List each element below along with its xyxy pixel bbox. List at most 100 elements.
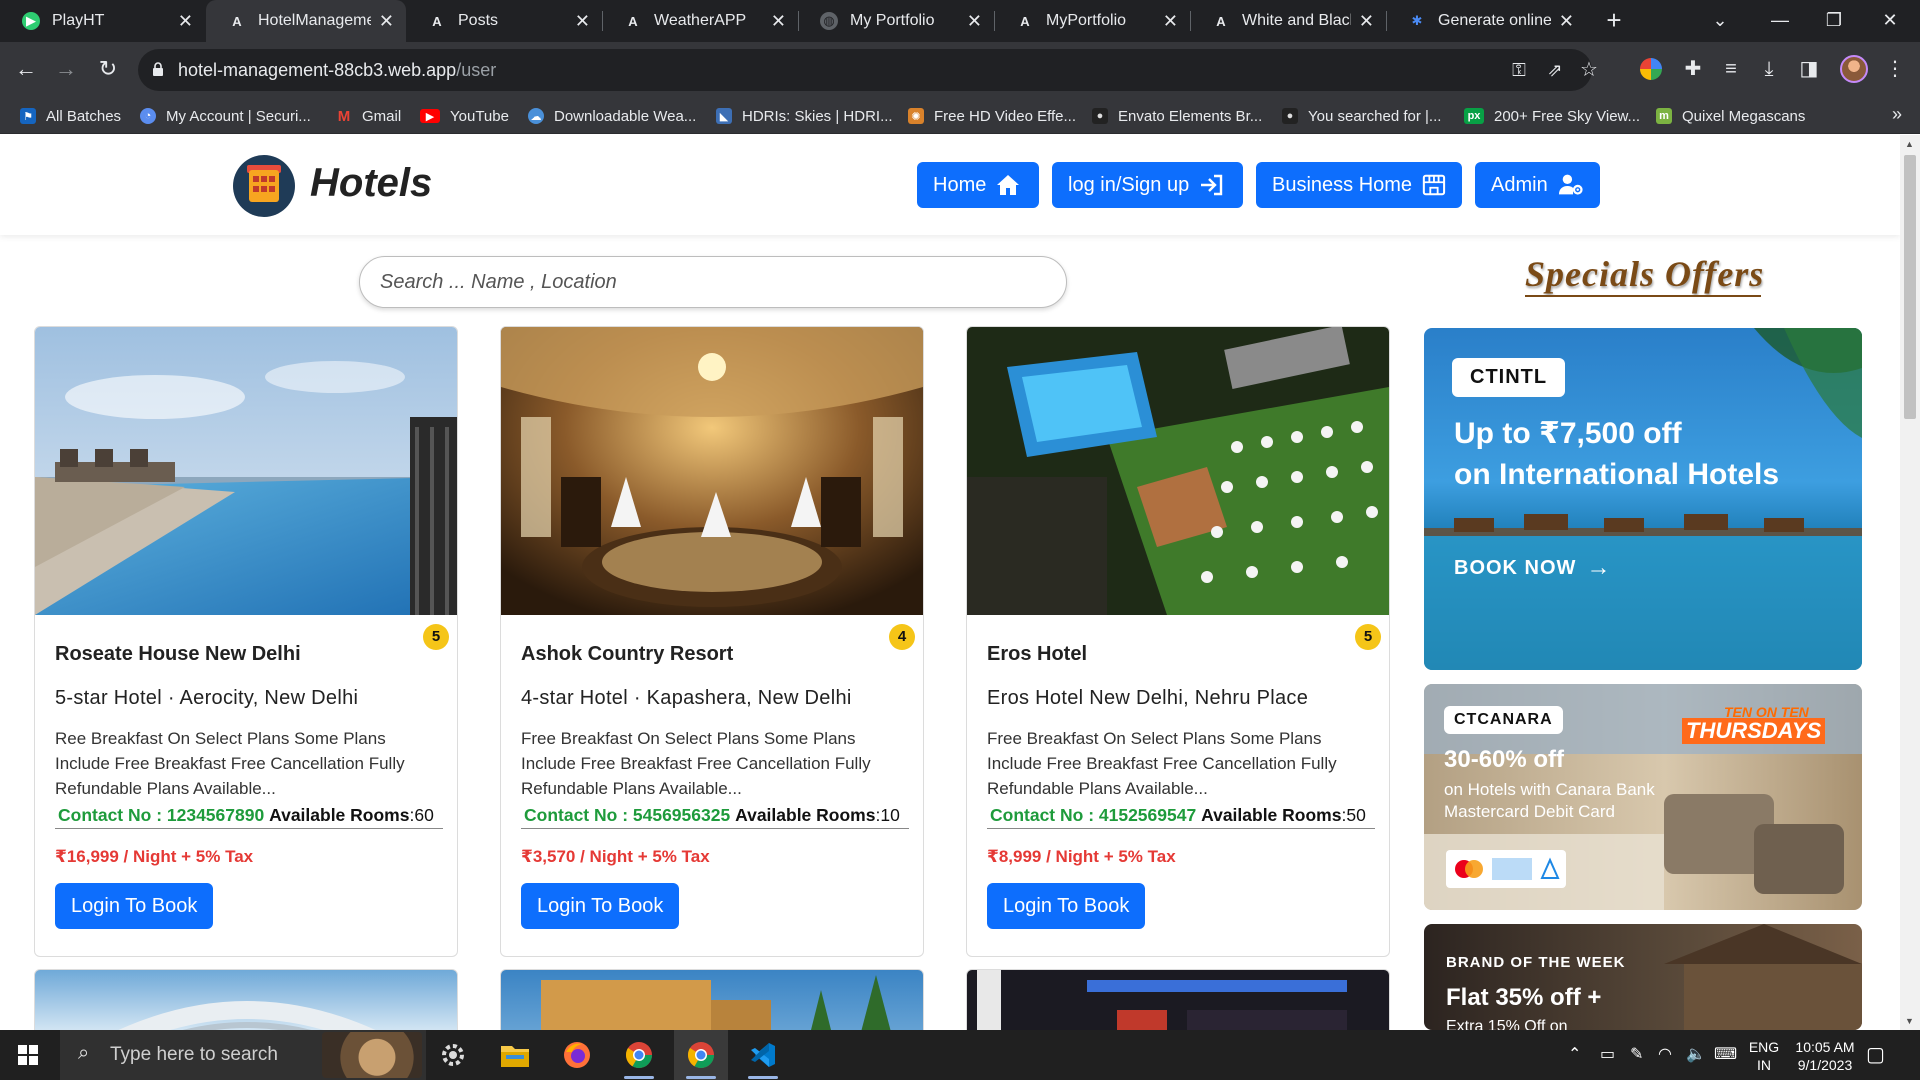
close-icon[interactable]: ✕ [575, 11, 590, 32]
search-input[interactable] [359, 256, 1067, 308]
page-scrollbar[interactable]: ▲ ▼ [1900, 135, 1920, 1030]
tab-myportfolio[interactable]: A MyPortfolio ✕ [994, 0, 1190, 42]
youtube-icon: ▶ [420, 109, 440, 123]
file-explorer-icon[interactable] [488, 1030, 542, 1080]
close-icon[interactable]: ✕ [178, 11, 193, 32]
firefox-icon[interactable] [550, 1030, 604, 1080]
mastercard-canara-logo-icon [1455, 857, 1560, 880]
reload-button[interactable]: ↻ [92, 54, 124, 86]
contact-number: Contact No : 1234567890 [58, 805, 265, 825]
tab-weatherapp[interactable]: A WeatherAPP ✕ [602, 0, 798, 42]
bookmark-quixel[interactable]: m Quixel Megascans [1656, 98, 1805, 134]
browser-toolbar: ← → ↻ hotel-management-88cb3.web.app/use… [0, 42, 1920, 98]
bookmark-youtube[interactable]: ▶ YouTube [420, 98, 509, 134]
tab-playht[interactable]: ▶ PlayHT ✕ [0, 0, 205, 42]
close-icon[interactable]: ✕ [1163, 11, 1178, 32]
rating-badge: 5 [423, 624, 449, 650]
scroll-down-icon[interactable]: ▼ [1905, 1016, 1914, 1026]
close-icon[interactable]: ✕ [1559, 11, 1574, 32]
offer-headline-2: on International Hotels [1454, 458, 1780, 491]
hotel-image-rooftop-pool [35, 327, 457, 615]
download-icon[interactable]: ⤓ [1756, 56, 1782, 82]
profile-avatar[interactable] [1840, 55, 1868, 83]
forward-button[interactable]: → [50, 54, 82, 86]
kebab-menu-icon[interactable]: ⋮ [1882, 56, 1908, 82]
hotel-name: Roseate House New Delhi [55, 643, 301, 665]
offer-banner-canara[interactable]: CTCANARA TEN ON TEN THURSDAYS 30-60% off… [1424, 684, 1862, 910]
back-button[interactable]: ← [10, 54, 42, 86]
bookmarks-overflow-icon[interactable]: » [1892, 104, 1902, 125]
clock[interactable]: 10:05 AM 9/1/2023 [1770, 1038, 1880, 1080]
chrome-profile-icon[interactable] [674, 1030, 728, 1080]
bookmark-free-sky[interactable]: px 200+ Free Sky View... [1464, 98, 1640, 134]
login-to-book-button[interactable]: Login To Book [55, 883, 214, 929]
close-icon[interactable]: ✕ [1359, 11, 1374, 32]
tab-posts[interactable]: A Posts ✕ [406, 0, 602, 42]
bookmark-gmail[interactable]: M Gmail [336, 98, 401, 134]
angular-a-icon: A [628, 13, 638, 29]
tab-search-chevron-icon[interactable]: ⌄ [1692, 0, 1748, 42]
bookmark-free-hd-video[interactable]: ✺ Free HD Video Effe... [908, 98, 1076, 134]
puzzle-icon[interactable]: ✚ [1680, 56, 1706, 82]
restore-button[interactable]: ❐ [1806, 0, 1862, 42]
taskbar-search[interactable]: ⌕ Type here to search [60, 1030, 426, 1080]
chrome-icon[interactable] [612, 1030, 666, 1080]
offer-bg-cottage [1664, 924, 1862, 1030]
tab-hotelmanagement[interactable]: A HotelManagement ✕ [206, 0, 406, 42]
tab-my-portfolio[interactable]: ◍ My Portfolio ✕ [798, 0, 994, 42]
rooms-value: :10 [875, 805, 900, 825]
login-to-book-button[interactable]: Login To Book [987, 883, 1146, 929]
battery-icon[interactable]: ▭ [1600, 1044, 1615, 1080]
keyboard-icon[interactable]: ⌨ [1714, 1044, 1737, 1080]
vscode-icon[interactable] [736, 1030, 790, 1080]
login-signup-button[interactable]: log in/Sign up [1052, 162, 1243, 208]
bookmark-you-searched[interactable]: ● You searched for |... [1282, 98, 1441, 134]
tab-title: WeatherAPP [654, 12, 747, 29]
scroll-up-icon[interactable]: ▲ [1905, 139, 1914, 149]
scrollbar-thumb[interactable] [1904, 155, 1916, 419]
bookmark-all-batches[interactable]: ⚑ All Batches [20, 98, 121, 134]
settings-gear-icon[interactable] [426, 1030, 480, 1080]
book-now-link[interactable]: BOOK NOW → [1454, 554, 1611, 582]
offer-headline: Up to ₹7,500 off [1454, 417, 1682, 450]
hotel-price: ₹16,999 / Night + 5% Tax [55, 847, 254, 866]
bookmark-my-account[interactable]: ◔ My Account | Securi... [140, 98, 311, 134]
admin-button[interactable]: Admin [1475, 162, 1600, 208]
hotel-logo[interactable] [233, 155, 295, 217]
extension-icon[interactable] [1640, 58, 1662, 80]
pen-icon[interactable]: ✎ [1630, 1044, 1643, 1080]
chevron-up-icon[interactable]: ⌃ [1568, 1044, 1581, 1080]
minimize-button[interactable]: — [1752, 0, 1808, 42]
hotel-image-dining-hall [501, 327, 923, 615]
address-bar[interactable]: hotel-management-88cb3.web.app/user ⚿ ⇗ … [138, 49, 1598, 91]
notification-icon[interactable]: ▢ [1866, 1042, 1885, 1080]
bookmark-hdris[interactable]: ◣ HDRIs: Skies | HDRI... [716, 98, 893, 134]
windows-start-icon[interactable] [18, 1045, 38, 1065]
key-icon[interactable]: ⚿ [1508, 59, 1530, 81]
home-button[interactable]: Home [917, 162, 1039, 208]
star-icon[interactable]: ☆ [1578, 59, 1600, 81]
hotel-card-partial [966, 969, 1390, 1030]
side-panel-icon[interactable]: ◨ [1796, 56, 1822, 82]
login-to-book-button[interactable]: Login To Book [521, 883, 680, 929]
volume-icon[interactable]: 🔈 [1686, 1044, 1706, 1080]
close-icon[interactable]: ✕ [967, 11, 982, 32]
brand-title[interactable]: Hotels [310, 161, 432, 206]
bookmark-downloadable-wea[interactable]: ☁ Downloadable Wea... [528, 98, 696, 134]
tab-generate-online[interactable]: ✱ Generate online ✕ [1386, 0, 1586, 42]
new-tab-button[interactable]: + [1598, 6, 1630, 36]
hotel-card-partial [34, 969, 458, 1030]
tab-white-and-black[interactable]: A White and Black ✕ [1190, 0, 1386, 42]
offer-banner-international[interactable]: CTINTL Up to ₹7,500 off on International… [1424, 328, 1862, 670]
reading-list-icon[interactable]: ≡ [1718, 56, 1744, 82]
close-icon[interactable]: ✕ [379, 11, 394, 32]
close-icon[interactable]: ✕ [771, 11, 786, 32]
share-icon[interactable]: ⇗ [1544, 59, 1566, 81]
offer-kicker: BRAND OF THE WEEK [1446, 954, 1626, 971]
close-window-button[interactable]: ✕ [1862, 0, 1918, 42]
business-home-button[interactable]: Business Home [1256, 162, 1462, 208]
bookmark-envato[interactable]: ● Envato Elements Br... [1092, 98, 1262, 134]
wifi-icon[interactable]: ◠ [1658, 1044, 1672, 1080]
offer-banner-brand-week[interactable]: BRAND OF THE WEEK Flat 35% off + Extra 1… [1424, 924, 1862, 1030]
hotel-image-night-facade [977, 970, 1347, 1030]
